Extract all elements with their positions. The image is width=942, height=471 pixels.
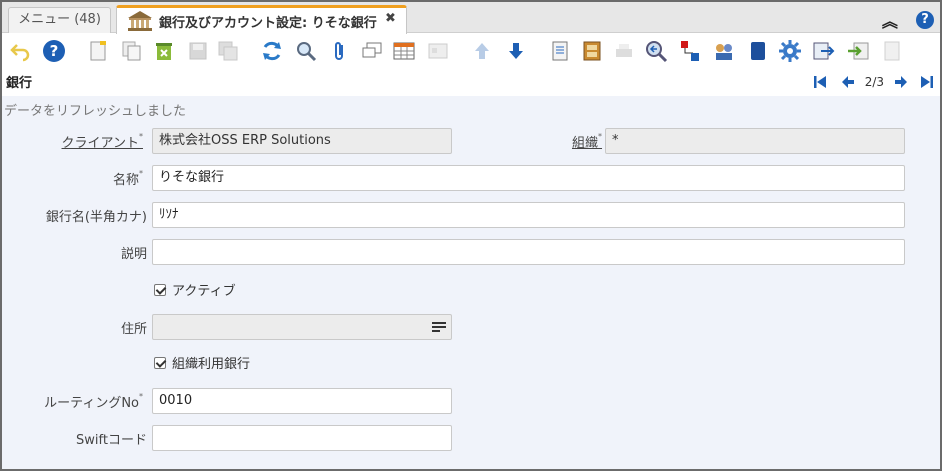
address-label: 住所 <box>120 322 147 337</box>
checkbox-checked-icon[interactable] <box>154 356 166 369</box>
svg-text:?: ? <box>50 42 59 60</box>
toolbar: ? <box>2 34 940 70</box>
client-field: 株式会社OSS ERP Solutions <box>152 128 452 154</box>
post-icon <box>878 37 906 65</box>
tab-bank-account-setup[interactable]: 銀行及びアカウント設定: りそな銀行 ✖ <box>116 5 407 34</box>
name-label-text: 名称 <box>112 173 139 188</box>
collapse-icon[interactable]: ︽ <box>882 8 898 32</box>
status-message: データをリフレッシュしました <box>4 104 187 119</box>
routing-label: ルーティングNo* <box>44 392 143 411</box>
required-mark: * <box>139 392 143 401</box>
save-icon <box>184 37 212 65</box>
product-info-icon[interactable] <box>744 37 772 65</box>
request-icon[interactable] <box>710 37 738 65</box>
description-label: 説明 <box>120 247 147 262</box>
name-label: 名称* <box>113 169 143 188</box>
description-input[interactable] <box>152 239 905 265</box>
zoom-across-icon[interactable] <box>642 37 670 65</box>
close-icon[interactable]: ✖ <box>385 11 396 26</box>
tabbar-actions: ︽ ? <box>868 8 934 32</box>
undo-icon[interactable] <box>6 37 34 65</box>
own-bank-checkbox-label: 組織利用銀行 <box>172 357 251 372</box>
client-label[interactable]: クライアント* <box>62 132 143 151</box>
print-icon <box>610 37 638 65</box>
detail-record-icon[interactable] <box>502 37 530 65</box>
swift-input[interactable] <box>152 425 452 451</box>
attachment-icon[interactable] <box>326 37 354 65</box>
new-record-icon[interactable] <box>84 37 112 65</box>
own-bank-checkbox[interactable]: 組織利用銀行 <box>154 353 250 372</box>
required-mark: * <box>598 132 603 141</box>
help-icon[interactable]: ? <box>916 11 934 29</box>
tab-bar: メニュー (48) 銀行及びアカウント設定: りそな銀行 ✖ ︽ ? <box>2 2 940 34</box>
detail-view-icon <box>424 37 452 65</box>
parent-record-icon <box>468 37 496 65</box>
name-input[interactable]: りそな銀行 <box>152 165 905 191</box>
org-label-text[interactable]: 組織 <box>572 136 598 151</box>
bank-building-icon <box>127 10 153 36</box>
routing-label-text: ルーティングNo <box>44 396 139 411</box>
org-label[interactable]: 組織* <box>572 132 602 151</box>
previous-record-icon[interactable] <box>841 75 855 89</box>
record-form: データをリフレッシュしました クライアント* 株式会社OSS ERP Solut… <box>2 96 940 469</box>
export-icon[interactable] <box>810 37 838 65</box>
tab-title: 銀行及びアカウント設定: りそな銀行 <box>159 16 377 31</box>
save-new-icon <box>214 37 242 65</box>
name-kana-label: 銀行名(半角カナ) <box>45 210 147 225</box>
process-icon[interactable] <box>776 37 804 65</box>
import-icon[interactable] <box>844 37 872 65</box>
required-mark: * <box>139 132 143 141</box>
record-count: 2/3 <box>864 75 884 89</box>
archive-icon[interactable] <box>578 37 606 65</box>
page-title: 銀行 <box>6 76 33 91</box>
address-field[interactable] <box>152 314 452 340</box>
first-record-icon[interactable] <box>813 75 827 89</box>
find-icon[interactable] <box>292 37 320 65</box>
next-record-icon[interactable] <box>894 75 908 89</box>
org-field: * <box>605 128 905 154</box>
help-icon[interactable]: ? <box>40 37 68 65</box>
refresh-icon[interactable] <box>258 37 286 65</box>
checkbox-checked-icon[interactable] <box>154 283 166 296</box>
grid-toggle-icon[interactable] <box>390 37 418 65</box>
report-icon[interactable] <box>546 37 574 65</box>
tab-menu[interactable]: メニュー (48) <box>8 7 111 33</box>
name-kana-input[interactable]: ﾘｿﾅ <box>152 202 905 228</box>
client-label-text[interactable]: クライアント <box>62 136 139 151</box>
record-navigation: 2/3 <box>805 75 934 89</box>
active-checkbox-label: アクティブ <box>172 284 236 299</box>
workflow-icon[interactable] <box>676 37 704 65</box>
window-frame: メニュー (48) 銀行及びアカウント設定: りそな銀行 ✖ ︽ ? ? 銀行 … <box>0 0 942 471</box>
chat-icon[interactable] <box>358 37 386 65</box>
delete-icon[interactable] <box>150 37 178 65</box>
active-checkbox[interactable]: アクティブ <box>154 280 236 299</box>
routing-input[interactable]: 0010 <box>152 388 452 414</box>
copy-record-icon[interactable] <box>118 37 146 65</box>
required-mark: * <box>139 169 143 178</box>
last-record-icon[interactable] <box>920 75 934 89</box>
swift-label: Swiftコード <box>76 433 147 448</box>
location-editor-icon[interactable] <box>427 315 451 339</box>
